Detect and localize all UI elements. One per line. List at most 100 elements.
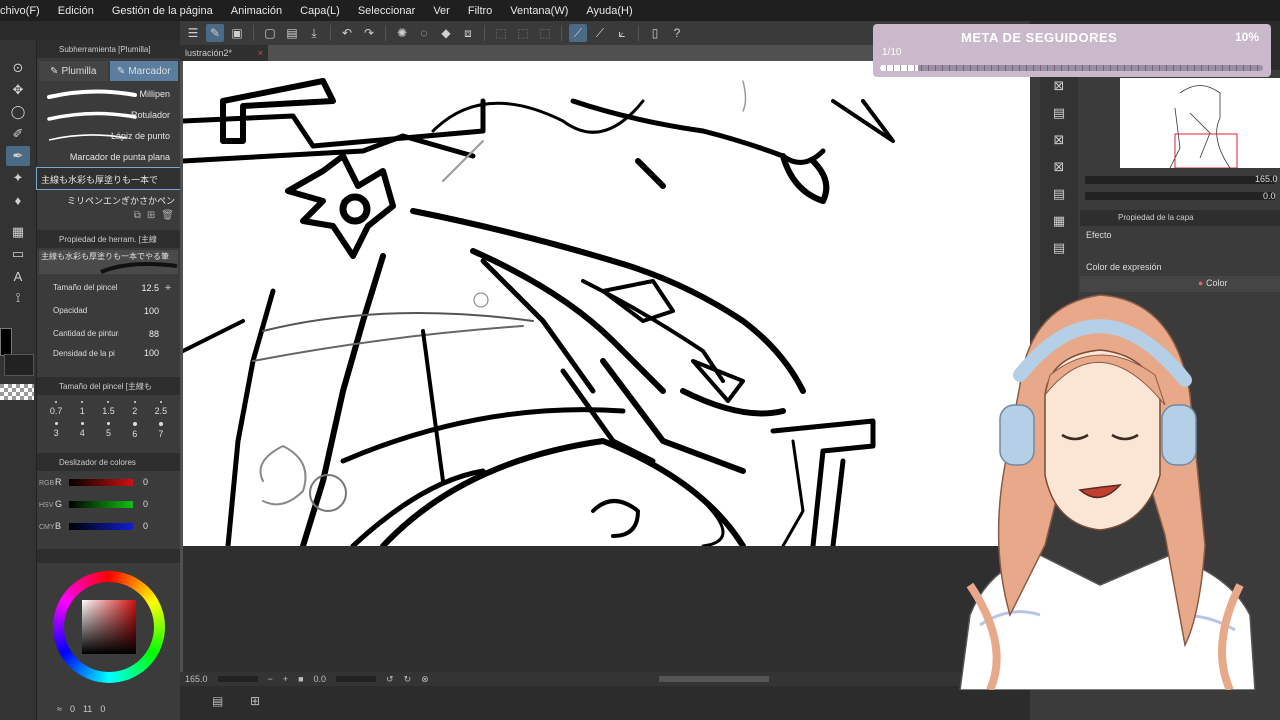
transparent-swatch[interactable]: [0, 384, 34, 400]
sub-color-swatch[interactable]: [4, 354, 34, 376]
eyedropper-tool-icon[interactable]: ✐: [6, 124, 30, 144]
navigator-angle-slider[interactable]: [1085, 192, 1275, 200]
snap-ruler-icon[interactable]: ⬚: [536, 24, 554, 42]
history-icon[interactable]: ▤: [1047, 237, 1071, 259]
redo-icon[interactable]: ↷: [360, 24, 378, 42]
navigator-zoom-value[interactable]: 165.0: [1255, 174, 1278, 184]
snap-grid-icon[interactable]: ⬚: [514, 24, 532, 42]
document-tab[interactable]: lustración2* ×: [180, 45, 268, 61]
brush-size-option[interactable]: 2.5: [148, 401, 174, 416]
menu-animation[interactable]: Animación: [222, 5, 291, 17]
tab-plumilla[interactable]: ✎ Plumilla: [39, 61, 108, 81]
menu-select[interactable]: Seleccionar: [349, 5, 424, 17]
tab-marcador[interactable]: ✎ Marcador: [109, 61, 178, 81]
save-icon[interactable]: ⤓: [305, 24, 323, 42]
airbrush-tool-icon[interactable]: ✦: [6, 168, 30, 188]
prop-brush-size[interactable]: Tamaño del pincel 12.5 ⚹: [37, 276, 180, 299]
delete-subtool-icon[interactable]: 🗑: [161, 210, 174, 224]
horizontal-scrollbar[interactable]: [658, 676, 769, 682]
new-file-icon[interactable]: ▢: [261, 24, 279, 42]
brush-size-option[interactable]: 3: [43, 422, 69, 439]
close-tab-icon[interactable]: ×: [258, 48, 263, 58]
b-bar[interactable]: [69, 522, 133, 530]
navigator-angle-value[interactable]: 0.0: [1263, 191, 1276, 201]
pen-tool-icon[interactable]: ✒: [6, 146, 30, 166]
ink-icon[interactable]: ≈: [57, 704, 62, 714]
brush-size-option[interactable]: 4: [69, 422, 95, 439]
device-icon[interactable]: ▯: [646, 24, 664, 42]
brush-size-option[interactable]: 1: [69, 401, 95, 416]
pen-mode-icon[interactable]: ✎: [206, 24, 224, 42]
help-icon[interactable]: ?: [668, 24, 686, 42]
g-bar[interactable]: [69, 500, 133, 508]
open-file-icon[interactable]: ▤: [283, 24, 301, 42]
navigator-preview[interactable]: [1120, 78, 1280, 169]
slider-r[interactable]: R 0: [37, 471, 180, 493]
prop-paint-density[interactable]: Densidad de la pi 100: [37, 345, 180, 361]
loading-icon[interactable]: ✺: [393, 24, 411, 42]
menu-window[interactable]: Ventana(W): [501, 5, 577, 17]
menu-view[interactable]: Ver: [424, 5, 459, 17]
menu-file[interactable]: chivo(F): [0, 5, 49, 17]
copy-subtool-icon[interactable]: ⧉: [134, 210, 141, 224]
brush-item-marcador-punta-plana[interactable]: Marcador de punta plana: [37, 147, 180, 168]
brush-size-option[interactable]: 5: [95, 422, 121, 439]
brush-item-millipen[interactable]: Millipen: [37, 84, 180, 105]
menu-layer[interactable]: Capa(L): [291, 5, 349, 17]
prop-paint-amount[interactable]: Cantidad de pintura 88: [37, 322, 180, 345]
menu-edit[interactable]: Edición: [49, 5, 103, 17]
fit-icon[interactable]: ■: [298, 674, 303, 684]
text-tool-icon[interactable]: A: [6, 266, 30, 286]
brush-size-option[interactable]: 2: [122, 401, 148, 416]
rotate-slider[interactable]: [336, 676, 377, 682]
color-square[interactable]: [82, 600, 136, 654]
fill-tool-icon[interactable]: ▦: [6, 222, 30, 242]
brush-item-custom-2[interactable]: ミリペンエンぎかさかペン: [37, 189, 180, 210]
slider-b[interactable]: B 0: [37, 515, 180, 537]
panel-toggle-icon[interactable]: ▤: [212, 694, 223, 708]
drawing-canvas[interactable]: [183, 61, 1030, 546]
menu-help[interactable]: Ayuda(H): [577, 5, 641, 17]
tab-rgb[interactable]: RGB: [39, 473, 54, 495]
blend-tool-icon[interactable]: ♦: [6, 190, 30, 210]
deselect-icon[interactable]: ◌: [415, 24, 433, 42]
tab-hsv[interactable]: HSV: [39, 495, 53, 517]
ruler-icon[interactable]: ⟋: [569, 24, 587, 42]
prop-opacity[interactable]: Opacidad 100: [37, 299, 180, 322]
main-color-swatch[interactable]: [0, 328, 12, 356]
lasso-tool-icon[interactable]: ◯: [6, 102, 30, 122]
animation-icon[interactable]: ▦: [1047, 210, 1071, 232]
navigator-zoom-slider[interactable]: [1085, 176, 1275, 184]
angle-value[interactable]: 0.0: [314, 674, 327, 684]
hamburger-icon[interactable]: ☰: [184, 24, 202, 42]
zoom-in-icon[interactable]: +: [283, 674, 288, 684]
snap-icon[interactable]: ⬚: [492, 24, 510, 42]
brush-preset-preview[interactable]: 主線も水彩も厚塗りも一本でやる筆: [39, 250, 178, 274]
undo-icon[interactable]: ↶: [338, 24, 356, 42]
menu-filter[interactable]: Filtro: [459, 5, 501, 17]
brush-size-option[interactable]: 7: [148, 422, 174, 439]
balloon-tool-icon[interactable]: ⟟: [6, 288, 30, 308]
reset-rotation-icon[interactable]: ⊗: [421, 674, 429, 685]
menu-page-management[interactable]: Gestión de la página: [103, 5, 222, 17]
tab-cmy[interactable]: CMY: [39, 517, 55, 539]
rotate-left-icon[interactable]: ↺: [386, 674, 394, 685]
layer-search-icon[interactable]: ⊠: [1047, 156, 1071, 178]
zoom-tool-icon[interactable]: ⊙: [6, 58, 30, 78]
zoom-value[interactable]: 165.0: [185, 674, 208, 684]
pressure-icon[interactable]: ⚹: [165, 282, 171, 293]
color-wheel[interactable]: [53, 571, 165, 683]
ruler-alt-icon[interactable]: ⟋: [591, 24, 609, 42]
fill-icon[interactable]: ◆: [437, 24, 455, 42]
add-subtool-icon[interactable]: ⊞: [147, 210, 155, 224]
figure-tool-icon[interactable]: ▭: [6, 244, 30, 264]
zoom-slider[interactable]: [217, 676, 258, 682]
crop-icon[interactable]: ⧈: [459, 24, 477, 42]
brush-size-option[interactable]: 0.7: [43, 401, 69, 416]
brush-size-option[interactable]: 1.5: [95, 401, 121, 416]
r-bar[interactable]: [69, 478, 133, 486]
close-panel-icon[interactable]: ⊠: [1047, 129, 1071, 151]
brush-size-option[interactable]: 6: [122, 422, 148, 439]
brush-item-custom-selected[interactable]: 主線も水彩も厚塗りも一本で: [36, 167, 181, 190]
close-panel-icon[interactable]: ⊠: [1047, 75, 1071, 97]
